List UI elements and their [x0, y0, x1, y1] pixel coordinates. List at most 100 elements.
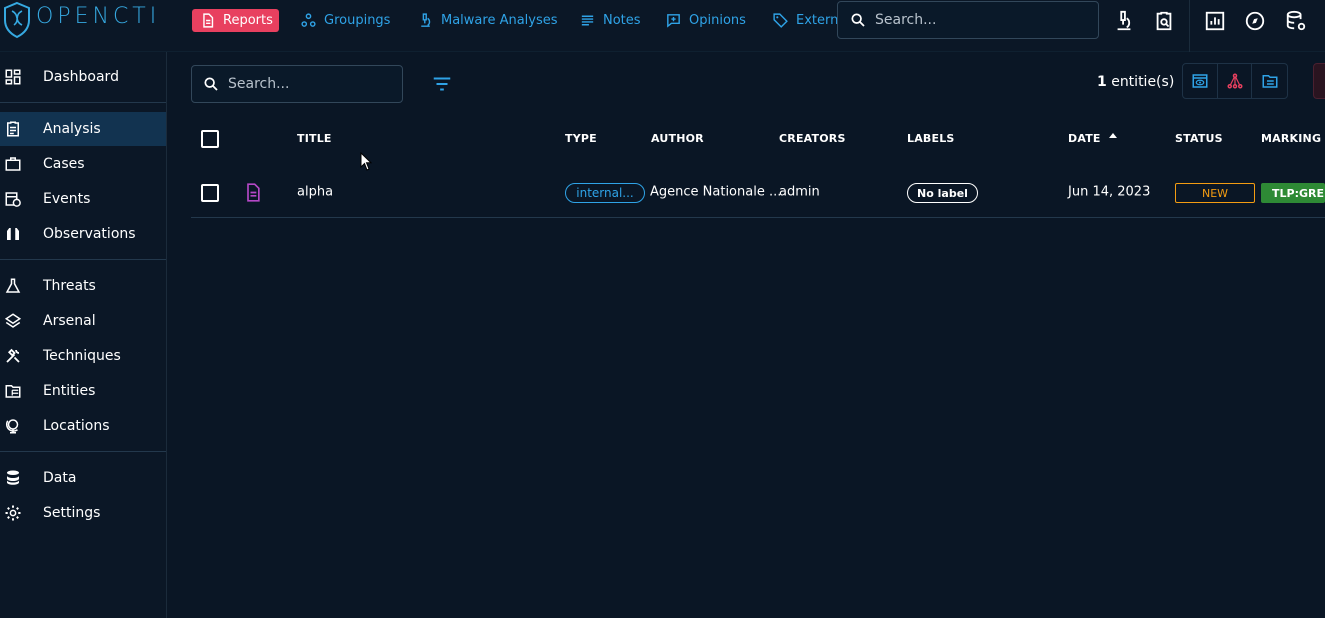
sidebar-item-label: Dashboard	[43, 69, 119, 85]
nav-malware-analyses[interactable]: Malware Analyses	[410, 9, 565, 32]
logo[interactable]: OPENCTI	[0, 0, 170, 40]
sort-ascending-icon[interactable]	[1109, 133, 1117, 138]
row-label-chip: No label	[907, 183, 978, 203]
header-marking[interactable]: MARKING	[1261, 132, 1321, 145]
row-checkbox[interactable]	[201, 184, 219, 202]
notes-icon	[581, 15, 594, 26]
sidebar-item-analysis[interactable]: Analysis	[0, 112, 166, 146]
row-title[interactable]: alpha	[297, 185, 333, 200]
sidebar-divider	[0, 259, 166, 260]
mouse-cursor-icon	[360, 152, 373, 171]
compass-icon[interactable]	[1244, 10, 1266, 32]
folder-table-icon	[5, 385, 21, 398]
row-creators: admin	[779, 184, 820, 200]
view-cards-button[interactable]	[1183, 64, 1218, 98]
search-icon	[851, 13, 865, 27]
sidebar-item-label: Threats	[43, 278, 96, 294]
sidebar-item-data[interactable]: Data	[0, 461, 166, 495]
top-bar: OPENCTI Reports Groupings Malware Analys…	[0, 0, 1325, 52]
sidebar-item-label: Analysis	[43, 121, 101, 137]
calendar-clock-icon	[5, 192, 21, 207]
flask-icon	[5, 278, 21, 293]
nav-groupings[interactable]: Groupings	[293, 9, 397, 32]
microscope-icon	[421, 13, 431, 27]
filter-icon[interactable]	[431, 73, 453, 95]
sidebar-item-threats[interactable]: Threats	[0, 269, 166, 303]
global-search[interactable]	[837, 1, 1099, 39]
groupings-icon	[301, 13, 316, 27]
eye-window-icon	[1192, 74, 1208, 88]
nav-reports[interactable]: Reports	[192, 9, 279, 32]
header-type[interactable]: TYPE	[565, 132, 597, 145]
entity-count: 1 entitie(s)	[1097, 74, 1174, 90]
graph-icon	[1227, 73, 1242, 89]
globe-icon	[5, 419, 19, 434]
row-author: Agence Nationale ...	[650, 184, 782, 200]
select-all-checkbox[interactable]	[201, 130, 219, 148]
header-labels[interactable]: LABELS	[907, 132, 955, 145]
search-icon	[204, 77, 218, 91]
microscope-icon[interactable]	[1113, 10, 1135, 32]
row-marking-badge: TLP:GRE...	[1261, 183, 1325, 203]
sidebar-item-label: Settings	[43, 505, 101, 521]
top-nav: Reports Groupings Malware Analyses Notes…	[192, 9, 837, 33]
sidebar-item-cases[interactable]: Cases	[0, 147, 166, 181]
database-icon	[7, 470, 19, 485]
nav-label: Opinions	[689, 13, 746, 28]
list-search[interactable]	[191, 65, 403, 103]
database-cog-icon[interactable]	[1285, 10, 1307, 32]
sidebar-item-label: Data	[43, 470, 77, 486]
view-graph-button[interactable]	[1218, 64, 1253, 98]
row-date: Jun 14, 2023	[1068, 184, 1151, 200]
entity-count-number: 1	[1097, 74, 1107, 90]
view-toggle-group	[1182, 63, 1288, 99]
report-icon	[203, 13, 214, 28]
logo-text: OPENCTI	[36, 4, 161, 29]
sidebar: Dashboard Analysis Cases Events Observat…	[0, 52, 167, 618]
header-creators[interactable]: CREATORS	[779, 132, 846, 145]
list-search-input[interactable]	[228, 76, 388, 92]
chart-box-icon[interactable]	[1204, 10, 1226, 32]
tag-icon	[773, 13, 788, 28]
entity-count-label: entitie(s)	[1106, 74, 1175, 90]
nav-label: Reports	[223, 13, 273, 28]
nav-label: Extern	[796, 13, 837, 28]
sidebar-item-observations[interactable]: Observations	[0, 217, 166, 251]
nav-label: Notes	[603, 13, 641, 28]
sidebar-item-label: Events	[43, 191, 91, 207]
view-list-button[interactable]	[1252, 64, 1287, 98]
sidebar-item-label: Techniques	[43, 348, 121, 364]
sidebar-item-dashboard[interactable]: Dashboard	[0, 60, 166, 94]
sidebar-item-techniques[interactable]: Techniques	[0, 339, 166, 373]
row-type-chip: internal...	[565, 183, 645, 203]
header-author[interactable]: AUTHOR	[651, 132, 704, 145]
create-button[interactable]	[1313, 63, 1325, 99]
sidebar-item-label: Observations	[43, 226, 136, 242]
nav-label: Groupings	[324, 13, 391, 28]
sidebar-item-label: Locations	[43, 418, 110, 434]
nav-notes[interactable]: Notes	[572, 9, 648, 32]
header-title[interactable]: TITLE	[297, 132, 332, 145]
nav-opinions[interactable]: Opinions	[658, 9, 753, 32]
sidebar-item-events[interactable]: Events	[0, 182, 166, 216]
clipboard-search-icon[interactable]	[1153, 10, 1175, 32]
sidebar-item-settings[interactable]: Settings	[0, 496, 166, 530]
sidebar-item-label: Cases	[43, 156, 85, 172]
row-status-badge: NEW	[1175, 183, 1255, 203]
opinion-icon	[667, 14, 680, 28]
logo-shield-icon	[4, 1, 30, 39]
header-status[interactable]: STATUS	[1175, 132, 1223, 145]
report-icon	[247, 183, 260, 202]
global-search-input[interactable]	[875, 12, 1065, 28]
top-divider	[1189, 0, 1190, 52]
nav-external-references[interactable]: Extern	[765, 9, 837, 32]
layers-icon	[4, 313, 22, 328]
gear-icon	[5, 505, 21, 521]
sidebar-divider	[0, 102, 166, 103]
sidebar-item-arsenal[interactable]: Arsenal	[0, 304, 166, 338]
sidebar-item-entities[interactable]: Entities	[0, 374, 166, 408]
sidebar-item-locations[interactable]: Locations	[0, 409, 166, 443]
header-date[interactable]: DATE	[1068, 132, 1101, 145]
tools-icon	[6, 348, 20, 363]
briefcase-icon	[5, 157, 21, 171]
